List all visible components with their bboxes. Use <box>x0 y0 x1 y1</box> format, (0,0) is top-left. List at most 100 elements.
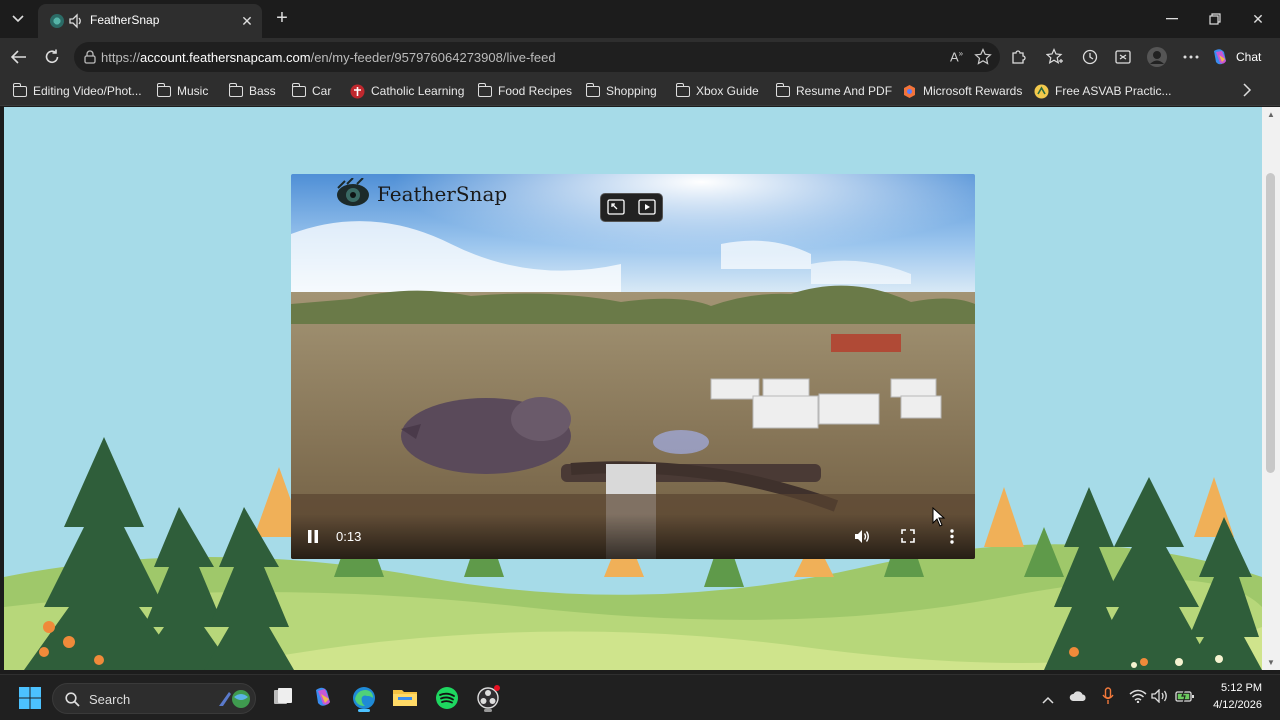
page-scrollbar[interactable]: ▲ ▼ <box>1262 107 1280 670</box>
minimize-icon[interactable] <box>1160 8 1184 30</box>
profile-avatar-icon[interactable] <box>1146 46 1168 68</box>
speaker-volume-icon[interactable] <box>1151 688 1169 708</box>
live-feed-video-player[interactable]: FeatherSnap 0:13 <box>291 174 975 559</box>
wifi-icon[interactable] <box>1129 689 1147 708</box>
scroll-up-arrow-icon[interactable]: ▲ <box>1267 110 1275 119</box>
onedrive-cloud-icon[interactable] <box>1069 689 1087 707</box>
url-path: /en/my-feeder/957976064273908/live-feed <box>310 50 556 65</box>
exit-picture-in-picture-icon[interactable] <box>607 199 625 220</box>
feathersnap-favicon-icon <box>50 14 64 28</box>
read-aloud-icon[interactable]: A» <box>950 49 963 64</box>
more-options-icon[interactable] <box>1180 46 1202 68</box>
bookmark-bass[interactable]: Bass <box>228 82 276 100</box>
favorite-star-icon[interactable] <box>974 48 992 71</box>
folder-icon <box>228 82 243 97</box>
windows-taskbar: Search 5:12 PM 4/12/2026 <box>0 674 1280 720</box>
spotify-icon[interactable] <box>434 685 460 711</box>
bookmark-free-asvab[interactable]: Free ASVAB Practic... <box>1034 82 1171 100</box>
bookmark-label: Shopping <box>606 84 657 98</box>
back-arrow-icon[interactable] <box>8 46 30 68</box>
bookmark-xbox-guide[interactable]: Xbox Guide <box>675 82 759 100</box>
tab-title: FeatherSnap <box>90 13 160 27</box>
scroll-thumb[interactable] <box>1266 173 1275 473</box>
video-time: 0:13 <box>336 529 362 544</box>
bookmark-music[interactable]: Music <box>156 82 209 100</box>
bookmark-label: Music <box>177 84 209 98</box>
scroll-down-arrow-icon[interactable]: ▼ <box>1267 658 1275 667</box>
copilot-icon <box>1214 49 1226 65</box>
running-app-indicator <box>484 709 492 712</box>
screenshot-icon[interactable] <box>1112 46 1134 68</box>
windows-start-icon[interactable] <box>18 686 44 712</box>
copilot-chat-button[interactable]: Chat <box>1210 43 1274 71</box>
window-close-icon[interactable]: ✕ <box>1246 8 1270 30</box>
bookmark-resume-pdf[interactable]: Resume And PDF <box>775 82 893 100</box>
feeder-camera-frame <box>291 174 975 559</box>
refresh-icon[interactable] <box>41 46 63 68</box>
bookmark-catholic-learning[interactable]: Catholic Learning <box>350 82 464 100</box>
bookmark-label: Editing Video/Phot... <box>33 84 142 98</box>
history-icon[interactable] <box>1079 46 1101 68</box>
fullscreen-icon[interactable] <box>901 529 915 548</box>
restore-icon[interactable] <box>1203 8 1227 30</box>
folder-icon <box>585 82 600 97</box>
speaker-audio-icon[interactable] <box>68 13 84 29</box>
bookmark-microsoft-rewards[interactable]: Microsoft Rewards <box>902 82 1022 100</box>
battery-charging-icon[interactable] <box>1175 688 1195 708</box>
tab-actions-chevron-icon[interactable] <box>6 7 30 31</box>
bookmark-shopping[interactable]: Shopping <box>585 82 657 100</box>
feathersnap-eye-logo-icon <box>337 178 369 206</box>
logo-text: FeatherSnap <box>377 182 508 206</box>
microphone-icon[interactable] <box>1102 687 1114 710</box>
url-bar[interactable]: https://account.feathersnapcam.com/en/my… <box>74 42 1000 72</box>
read-aloud-glyph: A <box>950 49 959 65</box>
bookmarks-bar: Editing Video/Phot... Music Bass Car Cat… <box>0 76 1280 106</box>
edge-browser-icon[interactable] <box>351 685 377 712</box>
bookmark-label: Food Recipes <box>498 84 573 98</box>
clock-date[interactable]: 4/12/2026 <box>1202 699 1262 711</box>
chat-label: Chat <box>1236 50 1262 64</box>
bookmark-food-recipes[interactable]: Food Recipes <box>477 82 573 100</box>
rewards-icon <box>904 84 915 98</box>
bookmark-label: Microsoft Rewards <box>923 84 1023 98</box>
new-tab-plus-icon[interactable]: + <box>272 8 292 29</box>
taskbar-search-box[interactable]: Search <box>52 683 256 714</box>
bookmark-label: Free ASVAB Practic... <box>1055 84 1172 98</box>
folder-icon <box>291 82 306 97</box>
asvab-icon <box>1034 84 1049 98</box>
bookmark-label: Resume And PDF <box>796 84 893 98</box>
active-app-indicator <box>358 709 370 712</box>
file-explorer-icon[interactable] <box>392 685 418 711</box>
extensions-puzzle-icon[interactable] <box>1007 46 1029 68</box>
site-info-icon[interactable] <box>82 49 98 65</box>
video-more-options-icon[interactable] <box>950 529 954 549</box>
obs-recorder-icon[interactable] <box>475 685 501 712</box>
folder-icon <box>675 82 690 97</box>
pause-icon[interactable] <box>307 530 319 548</box>
tab-feathersnap[interactable]: FeatherSnap ✕ <box>38 4 262 38</box>
bookmark-label: Catholic Learning <box>371 84 465 98</box>
favorites-icon[interactable] <box>1044 46 1066 68</box>
bookmark-editing-video[interactable]: Editing Video/Phot... <box>12 82 142 100</box>
volume-icon[interactable] <box>854 529 870 549</box>
copilot-app-icon[interactable] <box>311 685 337 711</box>
tab-close-icon[interactable]: ✕ <box>238 12 256 30</box>
video-overlay-controls <box>600 193 663 222</box>
search-icon <box>65 692 80 712</box>
bookmark-car[interactable]: Car <box>291 82 332 100</box>
url-host: account.feathersnapcam.com <box>140 50 311 65</box>
show-hidden-icons-chevron-icon[interactable] <box>1042 691 1054 709</box>
url-text[interactable]: https://account.feathersnapcam.com/en/my… <box>101 50 556 65</box>
url-prefix: https:// <box>101 50 141 65</box>
bookmark-label: Car <box>312 84 332 98</box>
folder-icon <box>477 82 492 97</box>
search-highlight-icon <box>215 688 251 715</box>
bookmark-label: Bass <box>249 84 276 98</box>
clock-time[interactable]: 5:12 PM <box>1218 682 1262 694</box>
search-placeholder: Search <box>89 692 131 707</box>
task-view-icon[interactable] <box>271 685 297 711</box>
bookmarks-more-chevron-icon[interactable] <box>1242 83 1252 102</box>
feathersnap-logo: FeatherSnap <box>335 178 507 210</box>
picture-in-picture-icon[interactable] <box>638 199 656 220</box>
tab-strip: FeatherSnap ✕ + ✕ <box>0 0 1280 38</box>
